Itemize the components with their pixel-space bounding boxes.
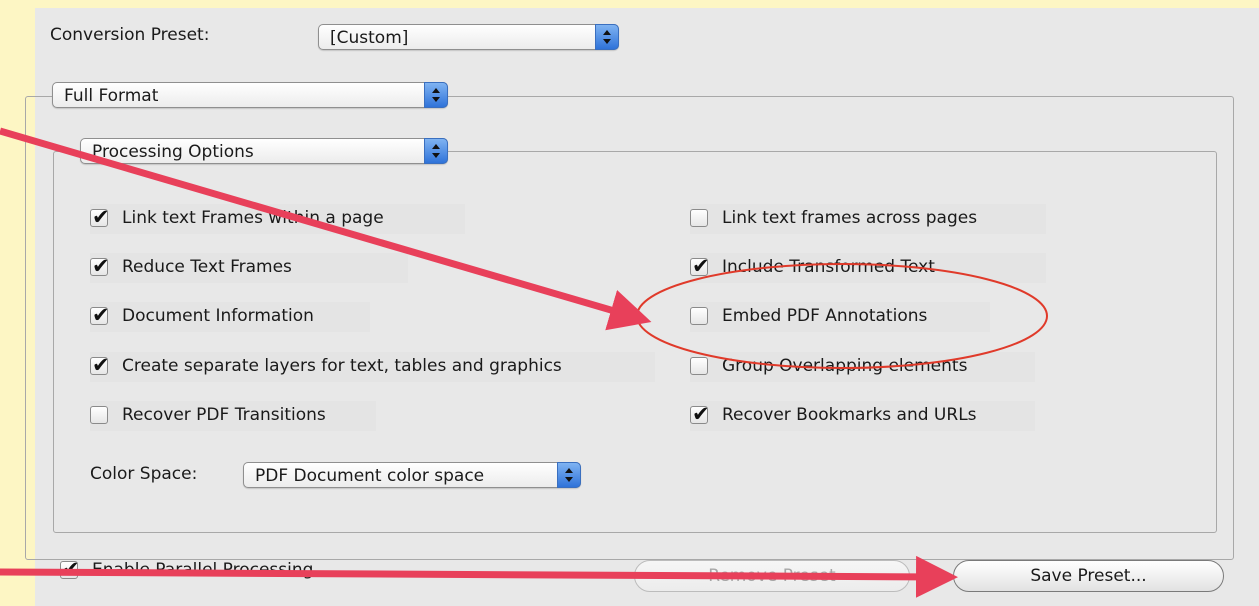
checkbox[interactable]: ✔ xyxy=(90,353,110,377)
checkbox[interactable]: ✔ xyxy=(690,209,708,227)
save-preset-button[interactable]: Save Preset... xyxy=(953,560,1224,592)
conversion-preset-value: [Custom] xyxy=(330,28,409,48)
checkmark-icon: ✔ xyxy=(692,402,710,426)
checkbox[interactable]: ✔ xyxy=(90,254,110,278)
checkmark-icon: ✔ xyxy=(692,254,710,278)
option-recover-bookmarks-and-urls[interactable]: ✔ Recover Bookmarks and URLs xyxy=(690,401,1035,431)
option-recover-pdf-transitions[interactable]: ✔ Recover PDF Transitions xyxy=(90,401,376,431)
processing-options-popup[interactable]: Processing Options xyxy=(80,138,448,164)
option-label: Include Transformed Text xyxy=(722,257,935,277)
remove-preset-button[interactable]: Remove Preset xyxy=(634,560,910,592)
option-document-information[interactable]: ✔ Document Information xyxy=(90,302,370,332)
checkmark-icon: ✔ xyxy=(92,254,110,278)
option-label: Recover PDF Transitions xyxy=(122,405,326,425)
checkmark-icon: ✔ xyxy=(92,353,110,377)
option-reduce-text-frames[interactable]: ✔ Reduce Text Frames xyxy=(90,253,408,283)
checkbox[interactable]: ✔ xyxy=(90,205,110,229)
processing-options-value: Processing Options xyxy=(92,142,254,162)
option-create-separate-layers[interactable]: ✔ Create separate layers for text, table… xyxy=(90,352,655,382)
checkbox[interactable]: ✔ xyxy=(690,402,710,426)
option-enable-parallel-processing[interactable]: ✔ Enable Parallel Processing xyxy=(60,556,452,586)
color-space-value: PDF Document color space xyxy=(255,466,485,486)
checkbox[interactable]: ✔ xyxy=(690,307,708,325)
option-link-text-frames-within-page[interactable]: ✔ Link text Frames within a page xyxy=(90,204,465,234)
option-group-overlapping-elements[interactable]: ✔ Group Overlapping elements xyxy=(690,352,1035,382)
option-embed-pdf-annotations[interactable]: ✔ Embed PDF Annotations xyxy=(690,302,990,332)
popup-arrows-icon xyxy=(424,82,448,108)
option-label: Document Information xyxy=(122,306,314,326)
color-space-popup[interactable]: PDF Document color space xyxy=(243,462,581,488)
checkmark-icon: ✔ xyxy=(92,205,110,229)
checkbox[interactable]: ✔ xyxy=(90,406,108,424)
checkbox[interactable]: ✔ xyxy=(690,357,708,375)
option-label: Create separate layers for text, tables … xyxy=(122,356,562,376)
conversion-preset-popup[interactable]: [Custom] xyxy=(318,24,619,50)
option-label: Group Overlapping elements xyxy=(722,356,968,376)
format-popup-value: Full Format xyxy=(64,86,159,106)
checkbox[interactable]: ✔ xyxy=(690,254,710,278)
checkmark-icon: ✔ xyxy=(92,303,110,327)
option-include-transformed-text[interactable]: ✔ Include Transformed Text xyxy=(690,253,1046,283)
option-label: Recover Bookmarks and URLs xyxy=(722,405,977,425)
checkmark-icon: ✔ xyxy=(62,557,80,581)
popup-arrows-icon xyxy=(424,138,448,164)
checkbox[interactable]: ✔ xyxy=(90,303,110,327)
option-label: Link text Frames within a page xyxy=(122,208,384,228)
option-label: Embed PDF Annotations xyxy=(722,306,928,326)
conversion-preset-label: Conversion Preset: xyxy=(50,25,210,45)
popup-arrows-icon xyxy=(557,462,581,488)
option-label: Enable Parallel Processing xyxy=(92,560,314,580)
format-popup[interactable]: Full Format xyxy=(52,82,448,108)
option-link-text-frames-across-pages[interactable]: ✔ Link text frames across pages xyxy=(690,204,1046,234)
checkbox[interactable]: ✔ xyxy=(60,557,80,581)
option-label: Link text frames across pages xyxy=(722,208,978,228)
popup-arrows-icon xyxy=(595,24,619,50)
option-label: Reduce Text Frames xyxy=(122,257,292,277)
color-space-label: Color Space: xyxy=(90,464,198,484)
